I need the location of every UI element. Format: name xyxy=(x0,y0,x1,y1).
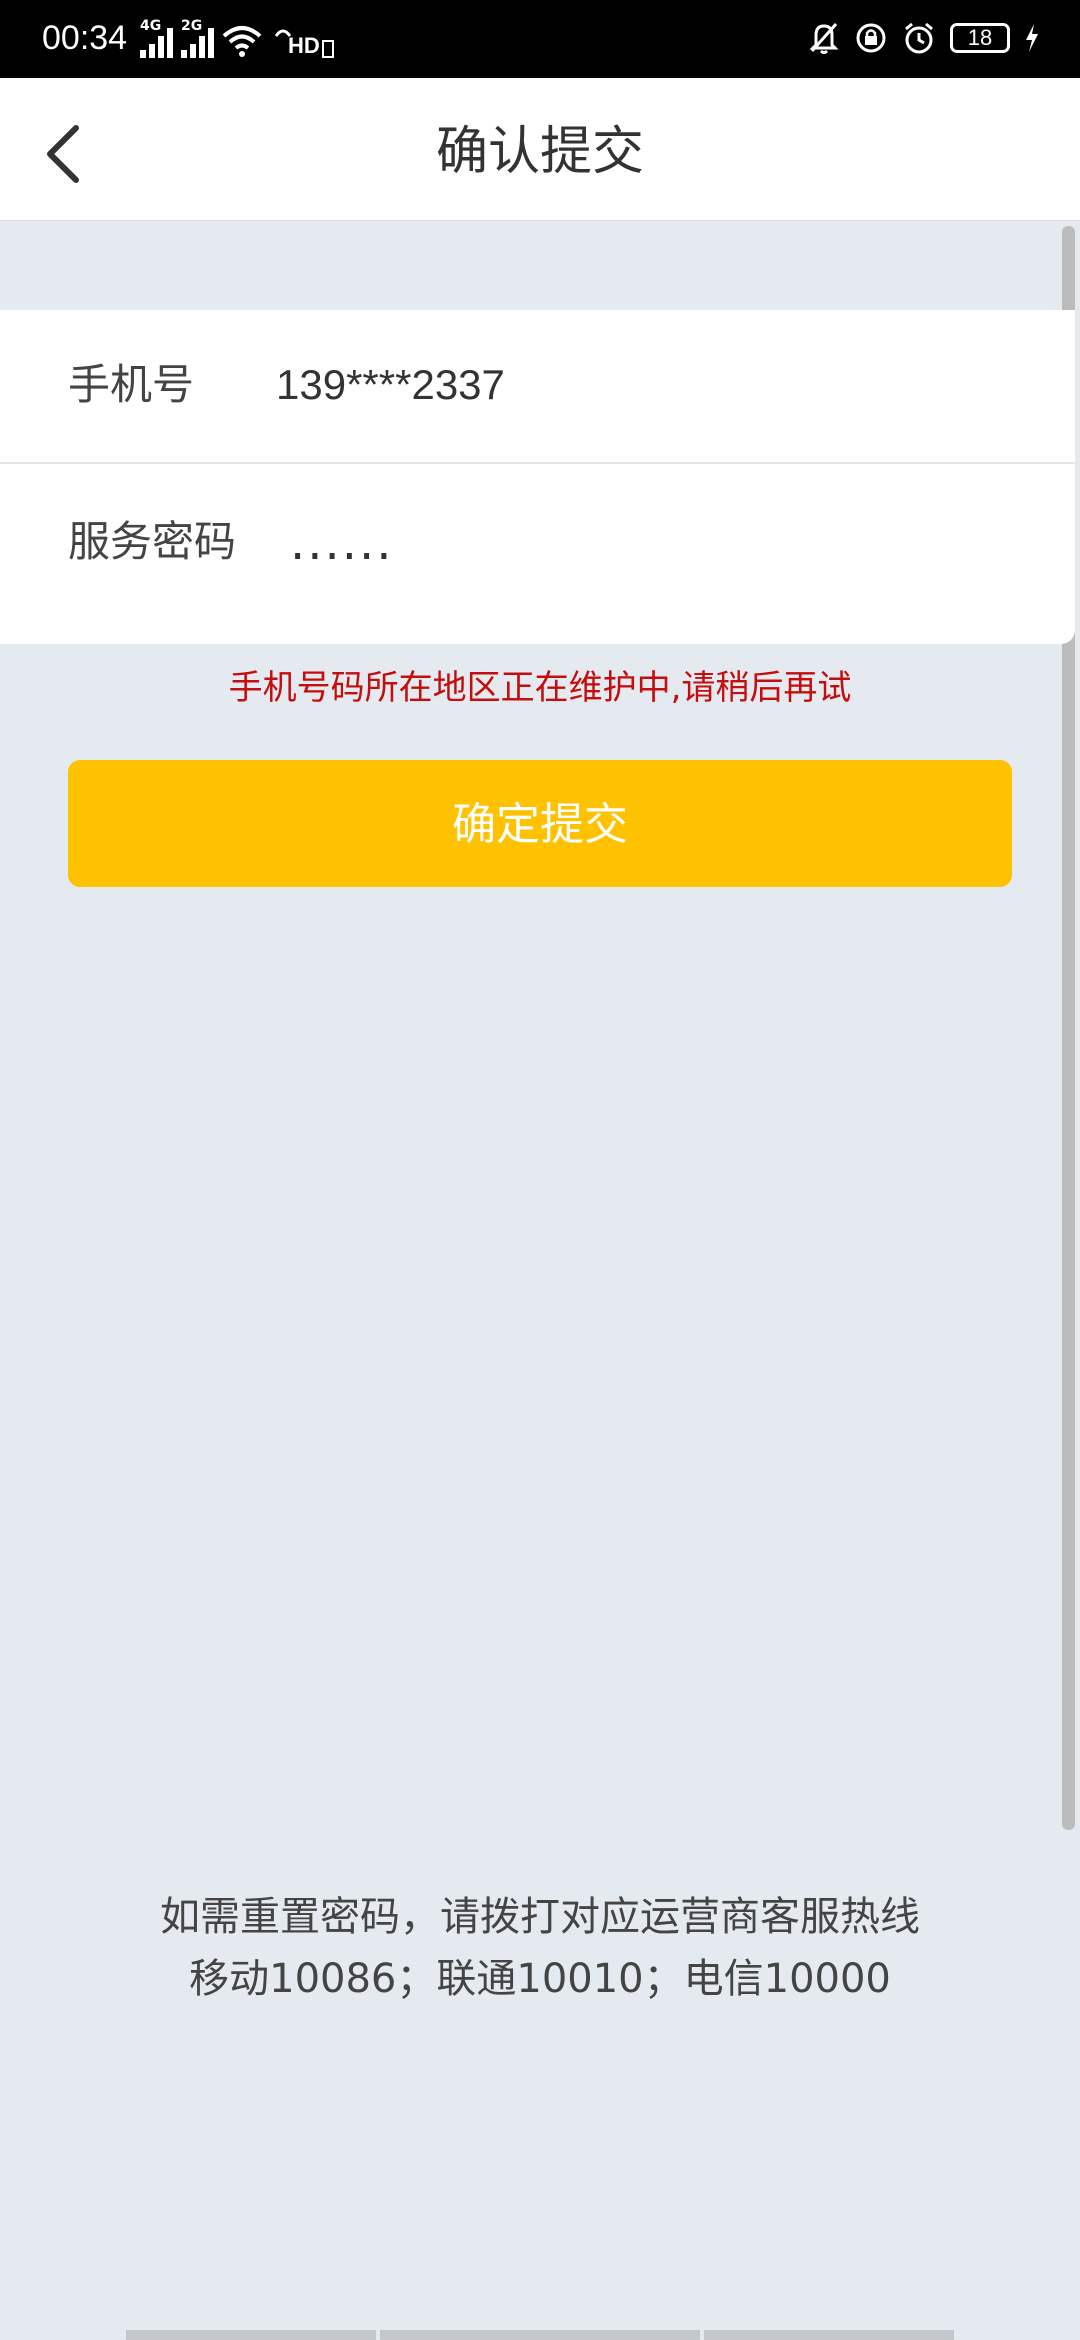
status-right-icons: 18 xyxy=(808,18,1040,58)
sim-indicator xyxy=(321,40,334,58)
bottom-segment xyxy=(380,2330,700,2340)
signal-4g-icon: 4G xyxy=(140,18,173,58)
help-line-2: 移动10086；联通10010；电信10000 xyxy=(189,1956,891,2002)
phone-number-value: 139****2337 xyxy=(276,361,505,408)
hd-badge: HD xyxy=(288,33,320,58)
network-type-label: 2G xyxy=(181,18,203,34)
password-label: 服务密码 xyxy=(68,517,237,566)
app-header: 确认提交 xyxy=(0,78,1080,221)
wifi-icon xyxy=(222,26,262,57)
bottom-segment xyxy=(704,2330,954,2340)
phone-row: 手机号 139****2337 xyxy=(0,310,1075,464)
battery-level: 18 xyxy=(967,25,993,50)
phone-label: 手机号 xyxy=(68,360,195,409)
bottom-segment xyxy=(126,2330,376,2340)
alarm-icon xyxy=(905,22,933,54)
status-time: 00:34 xyxy=(42,19,128,57)
submit-form: 手机号 139****2337 服务密码 xyxy=(0,310,1075,644)
bottom-edge xyxy=(0,2330,1080,2340)
charging-icon xyxy=(1026,24,1038,52)
hd-voice-icon: HD xyxy=(270,22,334,58)
help-line-1: 如需重置密码，请拨打对应运营商客服热线 xyxy=(160,1894,920,1940)
mute-bell-icon xyxy=(809,23,839,54)
status-bar: 00:34 4G 2G HD 18 xyxy=(0,0,1080,78)
status-left-icons: 4G 2G HD xyxy=(140,18,334,58)
lock-rotation-icon xyxy=(856,23,886,53)
error-message: 手机号码所在地区正在维护中,请稍后再试 xyxy=(228,668,852,708)
reset-password-help: 如需重置密码，请拨打对应运营商客服热线 移动10086；联通10010；电信10… xyxy=(0,1886,1080,2010)
battery-icon: 18 xyxy=(950,23,1010,53)
service-password-input[interactable] xyxy=(290,508,990,578)
confirm-submit-button[interactable]: 确定提交 xyxy=(68,760,1012,887)
password-row: 服务密码 xyxy=(0,464,1075,644)
page-title: 确认提交 xyxy=(435,122,644,182)
signal-2g-icon: 2G xyxy=(181,18,214,58)
network-type-label: 4G xyxy=(140,18,162,34)
